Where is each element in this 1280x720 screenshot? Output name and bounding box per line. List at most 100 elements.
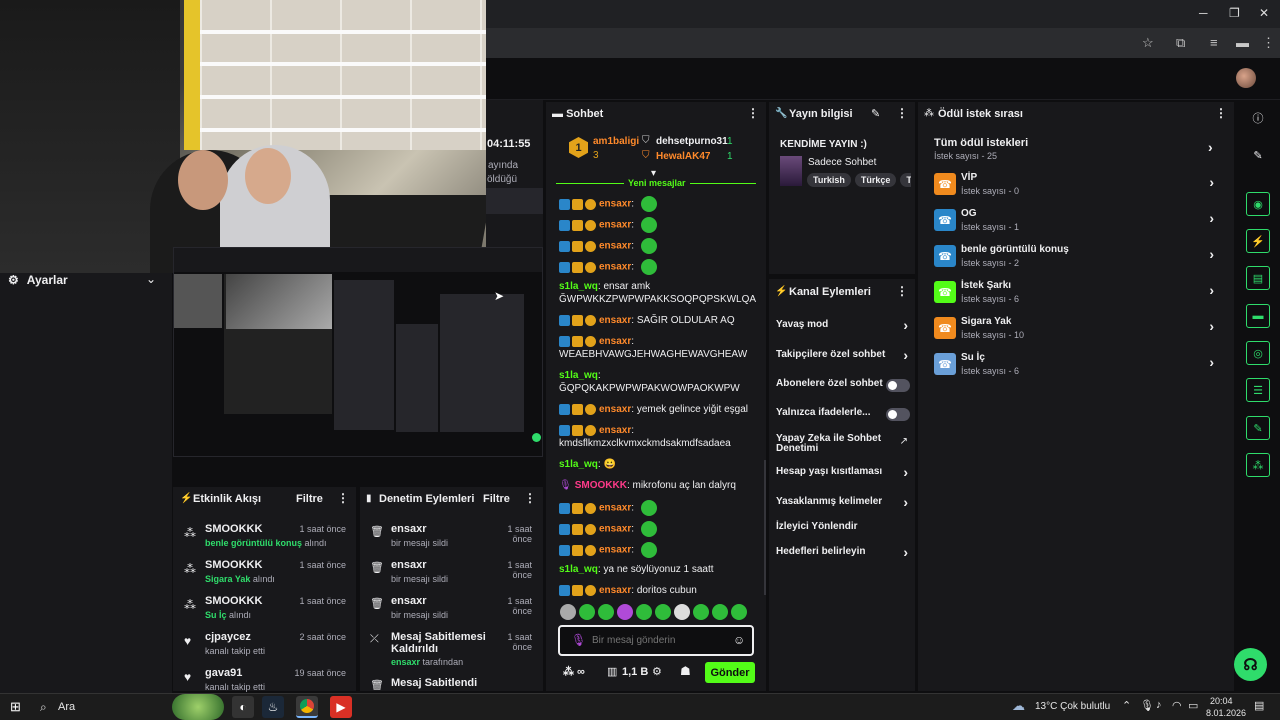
broadcast-icon[interactable]: ◎: [1246, 341, 1270, 365]
settings-header[interactable]: ⚙ Ayarlar: [8, 273, 168, 287]
emote-icon[interactable]: [598, 604, 614, 620]
reward-item[interactable]: ☎ VİP İstek sayısı - 0 ›: [934, 172, 1224, 202]
tag[interactable]: T: [900, 173, 911, 187]
channel-actions-menu-icon[interactable]: ⋮: [896, 284, 908, 298]
channel-action-item[interactable]: Yavaş mod ›: [776, 317, 910, 342]
chat-username[interactable]: ensaxr: [599, 585, 631, 596]
emoji-icon[interactable]: ☺: [733, 633, 745, 647]
chat-message[interactable]: s1la_wq: 😀: [559, 458, 759, 471]
chat-message[interactable]: ensaxr:: [559, 238, 759, 254]
chat-username[interactable]: ensaxr: [599, 425, 631, 436]
chevron-right-icon[interactable]: ›: [1209, 210, 1214, 226]
chat-username[interactable]: s1la_wq: [559, 281, 598, 292]
activity-row[interactable]: ⁂ SMOOKKK 1 saat önce Sigara Yak alındı: [180, 558, 350, 592]
rewards-icon[interactable]: ⁂: [1246, 453, 1270, 477]
chat-message[interactable]: s1la_wq: ensar amk ĞWPWKKZPWPWPAKKSOQPQPS…: [559, 280, 759, 306]
reward-item[interactable]: ☎ benle görüntülü konuş İstek sayısı - 2 ›: [934, 244, 1224, 274]
leaderboard-user-1[interactable]: am1baligi: [593, 136, 639, 147]
emote-icon[interactable]: [693, 604, 709, 620]
settings-gear-icon[interactable]: ⚙: [652, 665, 662, 678]
activity-row[interactable]: ♥ cjpaycez 2 saat önce kanalı takip etti: [180, 630, 350, 664]
wrench-icon[interactable]: ✎: [1246, 416, 1270, 440]
reward-item[interactable]: ☎ İstek Şarkı İstek sayısı - 6 ›: [934, 280, 1224, 310]
chat-message[interactable]: s1la_wq: ĞQPQKAKPWPWPAKWOWPAOKWPW: [559, 369, 759, 395]
tray-chevron-icon[interactable]: ⌃: [1122, 699, 1131, 712]
maximize-button[interactable]: ❐: [1229, 6, 1240, 20]
chat-username[interactable]: SMOOKKK: [575, 480, 627, 491]
chat-bubble-icon[interactable]: ▬: [1246, 304, 1270, 328]
minimize-button[interactable]: ─: [1199, 6, 1208, 20]
chevron-right-icon[interactable]: ›: [1209, 282, 1214, 298]
chat-message[interactable]: ensaxr: kmdsflkmzxclkvmxckmdsakmdfsadaea: [559, 424, 759, 450]
chat-username[interactable]: ensaxr: [599, 524, 631, 535]
external-link-icon[interactable]: ↗: [900, 436, 908, 447]
chat-message[interactable]: ensaxr:: [559, 217, 759, 233]
avatar[interactable]: [1236, 68, 1256, 88]
chat-message[interactable]: 🎙 SMOOKKK: mikrofonu aç lan dalyrq: [559, 479, 759, 492]
camera-icon[interactable]: ◉: [1246, 192, 1270, 216]
emote-icon[interactable]: [731, 604, 747, 620]
chat-message[interactable]: ensaxr:: [559, 500, 759, 516]
chat-message[interactable]: ensaxr: WEAEBHVAWGJEHWAGHEWAVGHEAW: [559, 335, 759, 361]
clock-date[interactable]: 8.01.2026: [1206, 708, 1246, 718]
activity-row[interactable]: ⁂ SMOOKKK 1 saat önce Su İç alındı: [180, 594, 350, 628]
chat-username[interactable]: s1la_wq: [559, 564, 598, 575]
channel-action-item[interactable]: Yalnızca ifadelerle...: [776, 408, 910, 430]
edit-icon[interactable]: ✎: [871, 107, 880, 120]
chat-username[interactable]: ensaxr: [599, 336, 631, 347]
leaderboard-user-2[interactable]: dehsetpurno31: [656, 136, 728, 147]
taskbar-search[interactable]: Ara: [58, 701, 75, 713]
chat-username[interactable]: ensaxr: [599, 241, 631, 252]
help-icon[interactable]: ☊: [1234, 648, 1267, 681]
chat-message[interactable]: ensaxr:: [559, 259, 759, 275]
users-icon[interactable]: ☰: [1246, 378, 1270, 402]
wifi-icon[interactable]: ◠: [1172, 699, 1182, 712]
category-thumbnail[interactable]: [780, 156, 802, 186]
reward-menu-icon[interactable]: ⋮: [1215, 106, 1227, 120]
channel-action-item[interactable]: Hesap yaşı kısıtlaması ›: [776, 464, 910, 489]
toggle-switch[interactable]: [886, 408, 910, 421]
pencil-icon[interactable]: ✎: [1246, 143, 1270, 167]
chevron-down-icon[interactable]: ⌄: [146, 272, 156, 286]
clock-time[interactable]: 20:04: [1210, 696, 1233, 706]
emote-icon[interactable]: [617, 604, 633, 620]
chevron-right-icon[interactable]: ›: [1209, 174, 1214, 190]
all-rewards-label[interactable]: Tüm ödül istekleri: [934, 137, 1028, 149]
activity-menu-icon[interactable]: ⋮: [337, 491, 349, 505]
weather-text[interactable]: 13°C Çok bulutlu: [1035, 701, 1110, 712]
profile-flag-icon[interactable]: ▬: [1236, 35, 1249, 50]
document-icon[interactable]: ▤: [1246, 266, 1270, 290]
chat-username[interactable]: ensaxr: [599, 545, 631, 556]
steam-icon[interactable]: ♨: [262, 696, 284, 718]
info-icon[interactable]: ⓘ: [1246, 106, 1270, 130]
battery-icon[interactable]: ▭: [1188, 699, 1198, 712]
chevron-right-icon[interactable]: ›: [903, 494, 908, 510]
chat-message[interactable]: ensaxr: doritos cubun: [559, 584, 759, 597]
filter-icon[interactable]: ▾: [651, 168, 656, 179]
moderation-row[interactable]: 🗑 Mesaj Sabitlendi: [368, 676, 536, 690]
chat-username[interactable]: s1la_wq: [559, 370, 598, 381]
extensions-icon[interactable]: ⧉: [1176, 35, 1185, 51]
chevron-right-icon[interactable]: ›: [1208, 139, 1213, 155]
moderation-filter-button[interactable]: Filtre: [483, 493, 510, 505]
chrome-icon[interactable]: [296, 696, 318, 718]
chat-username[interactable]: ensaxr: [599, 315, 631, 326]
moderation-row[interactable]: ⤫ Mesaj Sabitlemesi Kaldırıldı 1 saat önce…: [368, 630, 536, 674]
emote-icon[interactable]: [560, 604, 576, 620]
chevron-right-icon[interactable]: ›: [1209, 318, 1214, 334]
chat-username[interactable]: s1la_wq: [559, 459, 598, 470]
chat-message[interactable]: ensaxr: SAĞIR OLDULAR AQ: [559, 314, 759, 327]
leaderboard-user-3[interactable]: HewalAK47: [656, 151, 710, 162]
activity-filter-button[interactable]: Filtre: [296, 493, 323, 505]
reward-item[interactable]: ☎ Sigara Yak İstek sayısı - 10 ›: [934, 316, 1224, 346]
notification-icon[interactable]: ▤: [1254, 699, 1264, 712]
category-name[interactable]: Sadece Sohbet: [808, 157, 876, 168]
tag[interactable]: Turkish: [807, 173, 851, 187]
stream-info-menu-icon[interactable]: ⋮: [896, 106, 908, 120]
toggle-switch[interactable]: [886, 379, 910, 392]
emote-icon[interactable]: [712, 604, 728, 620]
windows-start-icon[interactable]: ⊞: [10, 699, 21, 715]
microphone-icon[interactable]: 🎙: [571, 633, 586, 647]
activity-user[interactable]: cjpaycez: [205, 631, 251, 643]
channel-action-item[interactable]: İzleyici Yönlendir: [776, 522, 910, 544]
